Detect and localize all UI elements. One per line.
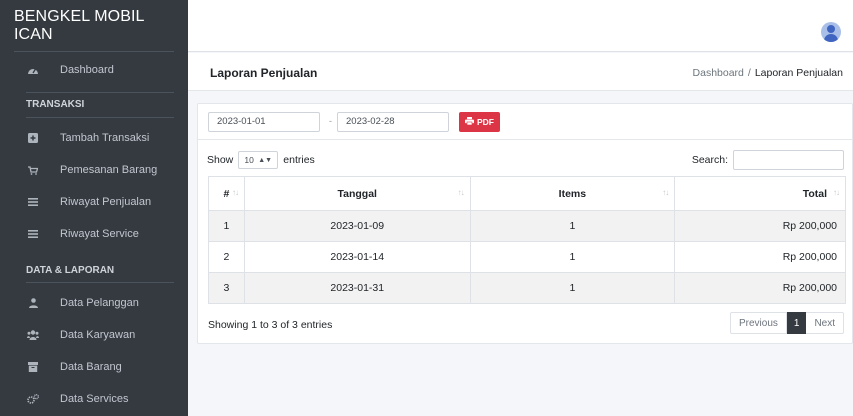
divider [26, 117, 174, 118]
section-header-data-laporan: DATA & LAPORAN [26, 265, 115, 276]
top-navbar [188, 0, 853, 52]
plus-square-icon [26, 133, 40, 143]
box-icon [26, 362, 40, 372]
date-to-input[interactable]: 2023-02-28 [337, 112, 449, 132]
avatar-body [824, 34, 838, 42]
filter-bar: 2023-01-01 - 2023-02-28 PDF [198, 104, 852, 140]
cell-tanggal: 2023-01-14 [243, 241, 471, 273]
entries-label: entries [283, 154, 315, 166]
sidebar-item-tambah-transaksi[interactable]: Tambah Transaksi [0, 122, 188, 154]
cell-number: 3 [208, 272, 245, 304]
sort-icon: ↑↓ [833, 188, 840, 197]
column-header-total[interactable]: Total ↑↓ [674, 176, 846, 211]
print-icon [465, 117, 474, 127]
table-row: 1 2023-01-09 1 Rp 200,000 [208, 210, 846, 242]
table-row: 2 2023-01-14 1 Rp 200,000 [208, 241, 846, 273]
sidebar-item-pemesanan-barang[interactable]: Pemesanan Barang [0, 154, 188, 186]
column-label: Items [558, 187, 587, 200]
column-header-number[interactable]: # ↑↓ [208, 176, 245, 211]
breadcrumb-dashboard-link[interactable]: Dashboard [693, 67, 744, 79]
column-label: # [223, 187, 230, 200]
cell-tanggal: 2023-01-09 [243, 210, 471, 242]
date-separator: - [329, 116, 332, 126]
content-header: Laporan Penjualan Dashboard / Laporan Penj… [188, 53, 853, 91]
sidebar-item-label: Data Pelanggan [60, 297, 139, 309]
sidebar-item-data-barang[interactable]: Data Barang [0, 351, 188, 383]
column-header-items[interactable]: Items ↑↓ [469, 176, 676, 211]
pagination: Previous 1 Next [729, 312, 844, 334]
entries-length-select[interactable]: 10 ▲▼ [238, 151, 279, 169]
pdf-button-label: PDF [477, 117, 494, 127]
length-value: 10 [244, 155, 254, 165]
sidebar-item-label: Data Services [60, 393, 129, 405]
search-input[interactable] [733, 150, 844, 170]
sidebar: BENGKEL MOBIL ICAN Dashboard TRANSAKSI T… [0, 0, 188, 416]
show-label: Show [207, 154, 234, 166]
brand-title[interactable]: BENGKEL MOBIL ICAN [14, 0, 174, 52]
cell-total: Rp 200,000 [674, 272, 846, 304]
sidebar-item-label: Data Barang [60, 361, 122, 373]
sidebar-item-data-services[interactable]: Data Services [0, 383, 188, 415]
cell-tanggal: 2023-01-31 [243, 272, 471, 304]
breadcrumb: Dashboard / Laporan Penjualan [693, 67, 843, 79]
column-label: Total [802, 187, 827, 200]
table-header-row: # ↑↓ Tanggal ↑↓ Items ↑↓ Total ↑↓ [208, 176, 846, 211]
search-label: Search: [691, 154, 728, 166]
list-icon [26, 198, 40, 206]
table-row: 3 2023-01-31 1 Rp 200,000 [208, 272, 846, 304]
cell-items: 1 [469, 241, 676, 273]
section-header-transaksi: TRANSAKSI [26, 98, 85, 110]
sidebar-item-label: Data Karyawan [60, 329, 136, 341]
select-arrows-icon: ▲▼ [258, 156, 273, 164]
cell-number: 1 [208, 210, 245, 242]
sidebar-item-riwayat-penjualan[interactable]: Riwayat Penjualan [0, 186, 188, 218]
search-control: Search: [692, 150, 844, 170]
sidebar-item-label: Tambah Transaksi [60, 132, 150, 144]
table-info: Showing 1 to 3 of 3 entries [208, 319, 333, 331]
breadcrumb-separator: / [747, 67, 751, 79]
sidebar-item-dashboard[interactable]: Dashboard [0, 54, 188, 86]
pagination-next[interactable]: Next [806, 312, 844, 334]
cogs-icon [26, 394, 40, 404]
pagination-page-current[interactable]: 1 [786, 312, 807, 334]
sidebar-item-data-pelanggan[interactable]: Data Pelanggan [0, 287, 188, 319]
user-avatar[interactable] [821, 22, 841, 42]
date-from-input[interactable]: 2023-01-01 [208, 112, 320, 132]
cell-items: 1 [469, 272, 676, 304]
sidebar-item-label: Riwayat Penjualan [60, 196, 152, 208]
list-icon [26, 230, 40, 238]
sidebar-item-riwayat-service[interactable]: Riwayat Service [0, 218, 188, 250]
sidebar-item-label: Riwayat Service [60, 228, 139, 240]
cell-total: Rp 200,000 [674, 210, 846, 242]
divider [26, 282, 174, 283]
report-card: 2023-01-01 - 2023-02-28 PDF Show 10 ▲▼ e… [197, 103, 853, 344]
dashboard-icon [26, 65, 40, 75]
sales-report-table: # ↑↓ Tanggal ↑↓ Items ↑↓ Total ↑↓ 1 2023-01-… [208, 176, 846, 304]
avatar-head [827, 25, 835, 33]
cell-number: 2 [208, 241, 245, 273]
sidebar-item-data-karyawan[interactable]: Data Karyawan [0, 319, 188, 351]
breadcrumb-current: Laporan Penjualan [754, 67, 843, 79]
user-icon [26, 298, 40, 308]
sidebar-item-label: Dashboard [60, 64, 114, 76]
users-icon [26, 330, 40, 340]
page-title: Laporan Penjualan [210, 66, 318, 80]
column-header-tanggal[interactable]: Tanggal ↑↓ [243, 176, 471, 211]
length-control: Show 10 ▲▼ entries [207, 150, 315, 170]
sort-icon: ↑↓ [457, 188, 465, 197]
sidebar-item-label: Pemesanan Barang [60, 164, 158, 176]
sort-icon: ↑↓ [662, 188, 669, 197]
divider [26, 92, 174, 93]
pdf-export-button[interactable]: PDF [459, 112, 500, 132]
cart-icon [26, 165, 40, 175]
column-label: Tanggal [337, 187, 377, 200]
sort-icon: ↑↓ [231, 188, 239, 197]
cell-items: 1 [469, 210, 676, 242]
table-toolbar: Show 10 ▲▼ entries Search: [207, 150, 844, 172]
cell-total: Rp 200,000 [674, 241, 846, 273]
pagination-previous[interactable]: Previous [729, 312, 787, 334]
